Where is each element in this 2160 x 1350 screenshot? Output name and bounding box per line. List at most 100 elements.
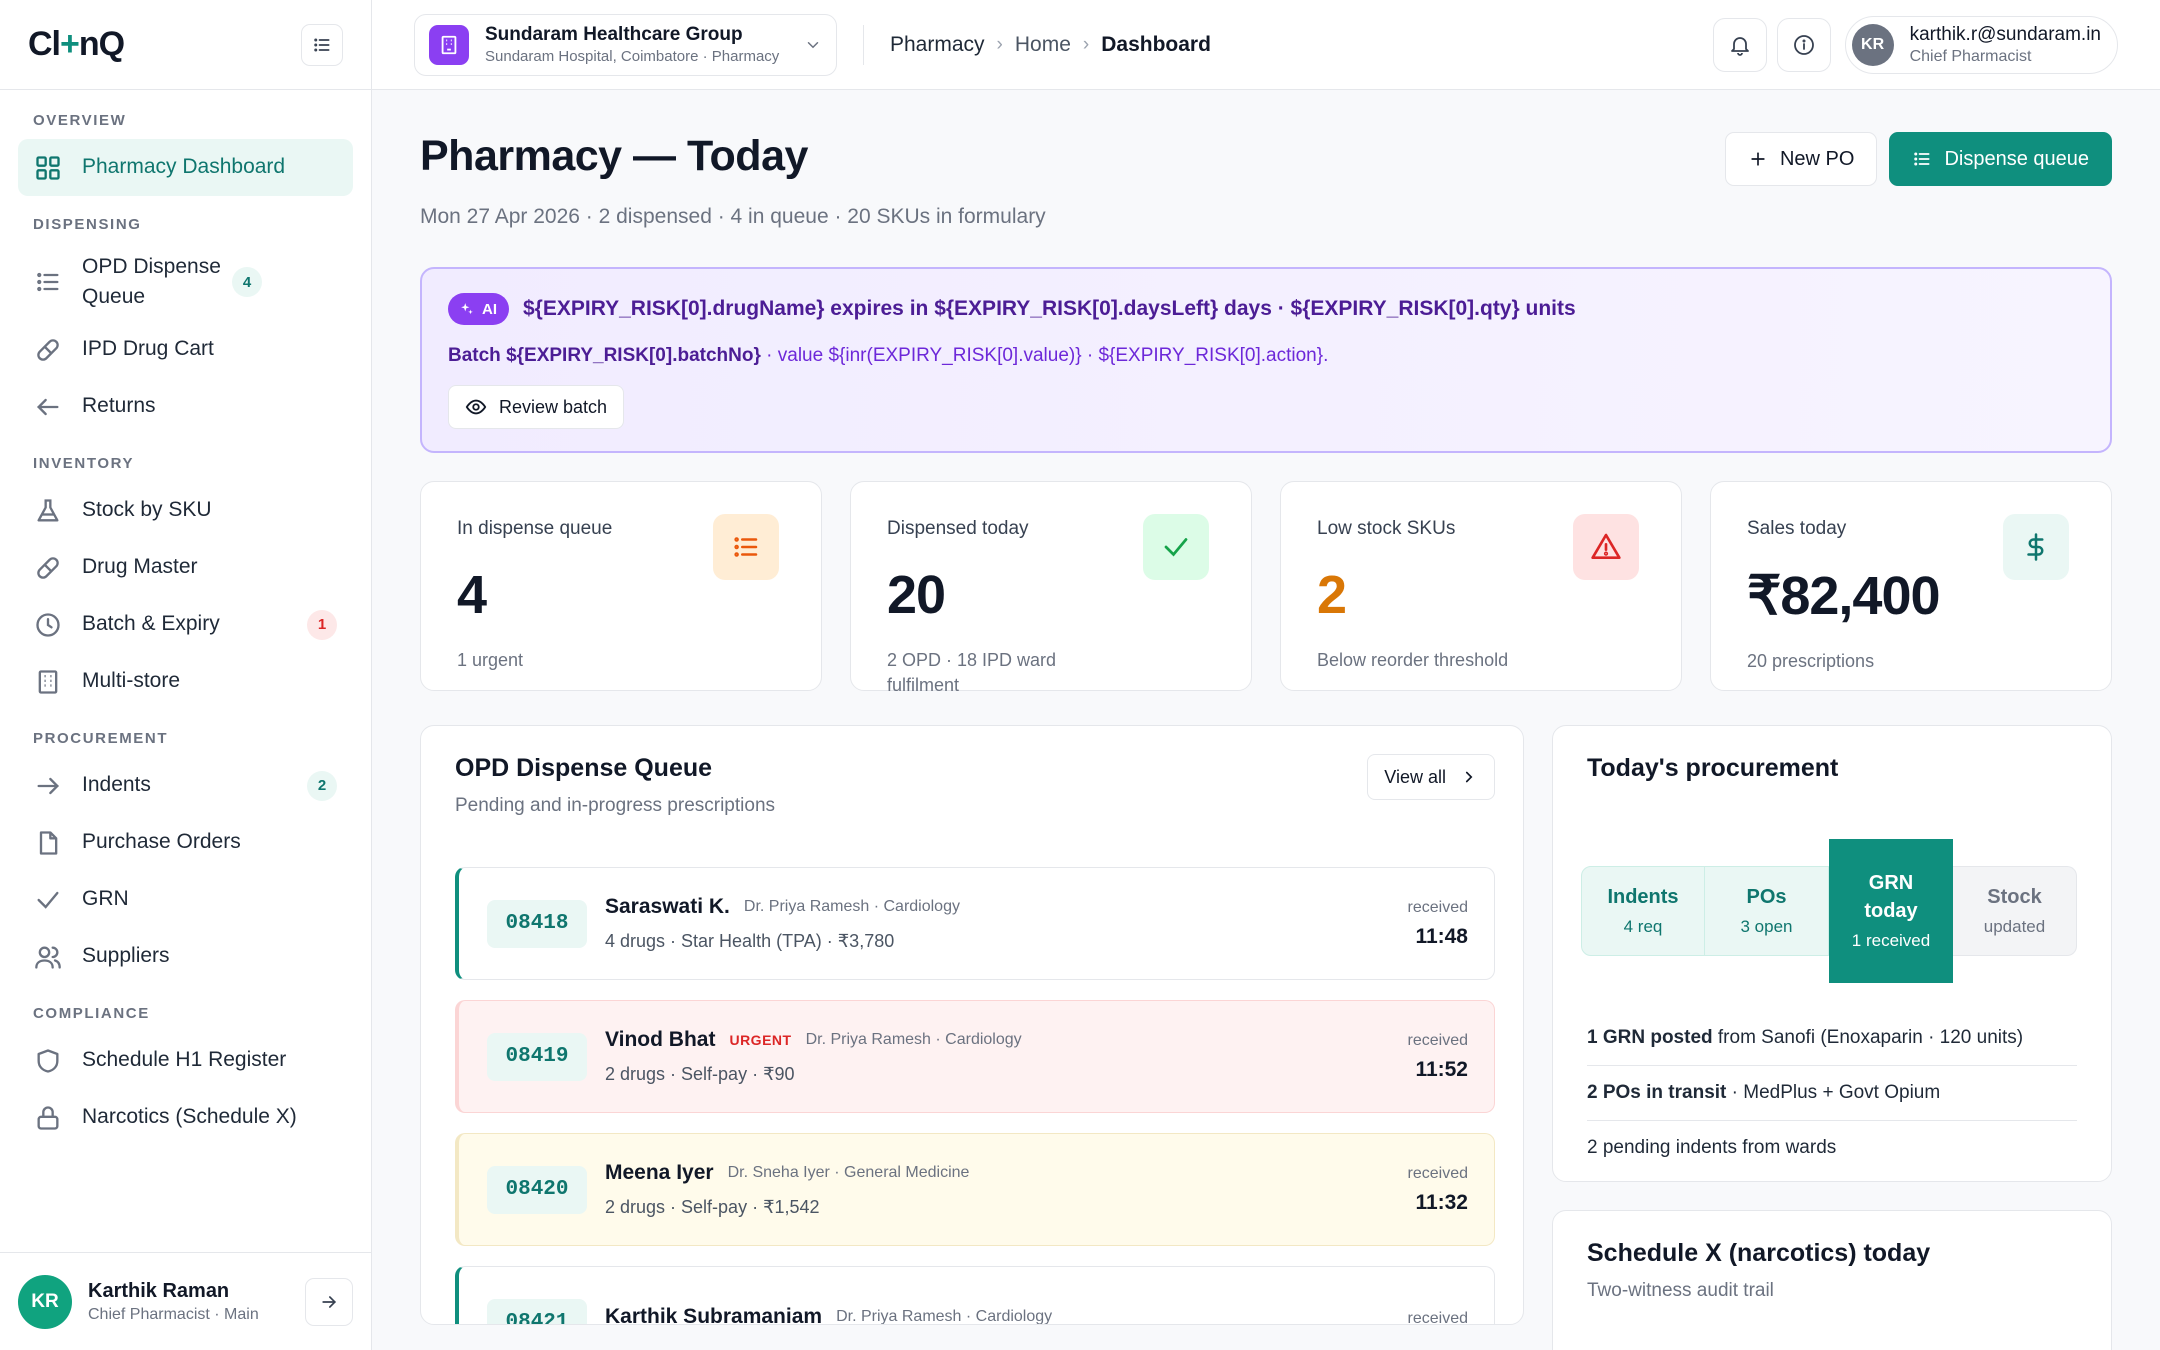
bell-icon: [1730, 36, 1749, 56]
patient-name: Meena Iyer: [605, 1161, 714, 1184]
brand-bar: Cl+nQ: [0, 0, 371, 90]
step-name: GRN today: [1864, 872, 1918, 923]
sidebar-item-opd-dispense-queue[interactable]: OPD Dispense Queue 4: [18, 243, 353, 321]
sidebar-nav: Overview Pharmacy Dashboard Dispensing O…: [0, 90, 371, 1146]
avatar: KR: [1851, 23, 1894, 66]
received-label: received: [1407, 898, 1468, 916]
list-icon: [314, 37, 330, 52]
sidebar-item-label: Returns: [82, 394, 156, 418]
token-number: 08418: [487, 899, 587, 948]
row-main: Karthik Subramaniam Dr. Priya Ramesh · Ca…: [605, 1305, 1408, 1325]
sidebar-item-label: Schedule H1 Register: [82, 1048, 287, 1072]
queue-row[interactable]: 08418 Saraswati K. Dr. Priya Ramesh · Car…: [455, 867, 1495, 980]
sidebar: Cl+nQ Overview Pharmacy Dashboard Dispen…: [0, 0, 372, 1350]
sidebar-item-ipd-drug-cart[interactable]: IPD Drug Cart: [18, 321, 353, 378]
sidebar-item-batch-expiry[interactable]: Batch & Expiry 1: [18, 596, 353, 653]
review-batch-label: Review batch: [499, 396, 608, 417]
queue-row[interactable]: 08421 Karthik Subramaniam Dr. Priya Rames…: [455, 1266, 1495, 1325]
opd-dispense-queue-panel: OPD Dispense Queue Pending and in-progre…: [420, 725, 1524, 1325]
page-subtitle: Mon 27 Apr 2026 · 2 dispensed · 4 in que…: [420, 205, 1046, 228]
notifications-button[interactable]: [1712, 17, 1767, 72]
ai-batch: Batch ${EXPIRY_RISK[0].batchNo}: [448, 345, 761, 366]
pill-icon: [37, 556, 59, 579]
flow-step-grn[interactable]: GRN today 1 received: [1829, 839, 1953, 983]
sidebar-item-suppliers[interactable]: Suppliers: [18, 928, 353, 985]
sidebar-item-returns[interactable]: Returns: [18, 378, 353, 435]
queue-row[interactable]: 08419 Vinod Bhat URGENT Dr. Priya Ramesh ·…: [455, 1000, 1495, 1113]
count-badge: 2: [307, 770, 337, 801]
row-details: 2 drugs · Self-pay · ₹90: [605, 1064, 795, 1084]
top-bar: Sundaram Healthcare Group Sundaram Hospi…: [372, 0, 2160, 90]
doctor: Dr. Priya Ramesh · Cardiology: [805, 1031, 1022, 1048]
sidebar-item-purchase-orders[interactable]: Purchase Orders: [18, 814, 353, 871]
sidebar-item-indents[interactable]: Indents 2: [18, 757, 353, 814]
logout-button[interactable]: [305, 1277, 353, 1326]
received-time: received 11:48: [1408, 899, 1468, 949]
stat-note: Below reorder threshold: [1317, 650, 1509, 670]
clock-icon: [36, 612, 60, 637]
token-number: 08420: [487, 1165, 587, 1214]
summary-text: from Sanofi (Enoxaparin · 120 units): [1712, 1027, 2024, 1048]
section-dispensing: Dispensing: [33, 216, 142, 233]
user-menu[interactable]: KR karthik.r@sundaram.in Chief Pharmacis…: [1844, 15, 2118, 74]
panel-subtitle: Two-witness audit trail: [1587, 1280, 1774, 1301]
summary-strong: 2 POs in transit: [1587, 1082, 1727, 1103]
procurement-panel: Today's procurement Indents 4 req POs 3 …: [1552, 725, 2112, 1182]
received-time: received 11:32: [1408, 1165, 1468, 1215]
sidebar-item-label: IPD Drug Cart: [82, 337, 214, 361]
sidebar-item-drug-master[interactable]: Drug Master: [18, 539, 353, 596]
user-role: Chief Pharmacist: [1909, 47, 2032, 65]
sidebar-item-label: Indents: [82, 773, 151, 797]
plus-icon: [1751, 152, 1765, 166]
row-main: Saraswati K. Dr. Priya Ramesh · Cardiolog…: [605, 895, 1408, 952]
flask-icon: [37, 498, 59, 521]
sidebar-toggle-button[interactable]: [301, 23, 343, 66]
summary-line: 2 pending indents from wards: [1587, 1137, 1837, 1158]
received-value: 11:32: [1415, 1190, 1468, 1214]
grid-icon: [36, 155, 60, 180]
doctor: Dr. Priya Ramesh · Cardiology: [743, 898, 960, 915]
flow-step-indents[interactable]: Indents 4 req: [1581, 866, 1705, 956]
info-button[interactable]: [1776, 17, 1831, 72]
org-location: Sundaram Hospital, Coimbatore · Pharmacy: [485, 48, 780, 65]
sidebar-item-label: Purchase Orders: [82, 830, 241, 854]
app-logo[interactable]: Cl+nQ: [28, 25, 125, 64]
breadcrumb-pharmacy[interactable]: Pharmacy: [890, 33, 985, 57]
sidebar-item-pharmacy-dashboard[interactable]: Pharmacy Dashboard: [18, 139, 353, 196]
sidebar-item-label: OPD Dispense Queue: [82, 254, 221, 308]
org-switcher[interactable]: Sundaram Healthcare Group Sundaram Hospi…: [414, 13, 837, 76]
arrow-left-icon: [37, 398, 59, 415]
stat-card-sales[interactable]: Sales today ₹82,400 20 prescriptions: [1710, 481, 2112, 691]
section-procurement: Procurement: [33, 730, 169, 747]
patient-name: Saraswati K.: [605, 895, 730, 918]
page-actions: New PO Dispense queue: [1724, 132, 2112, 229]
panel-header: OPD Dispense Queue Pending and in-progre…: [455, 754, 1495, 817]
flow-step-stock[interactable]: Stock updated: [1953, 866, 2077, 956]
new-po-button[interactable]: New PO: [1724, 132, 1878, 186]
ai-detail: Batch ${EXPIRY_RISK[0].batchNo} · value …: [448, 345, 2084, 367]
ai-headline-row: AI ${EXPIRY_RISK[0].drugName} expires in…: [448, 293, 2084, 325]
view-all-button[interactable]: View all: [1367, 754, 1495, 800]
flow-step-pos[interactable]: POs 3 open: [1705, 866, 1829, 956]
stat-card-queue[interactable]: In dispense queue 4 1 urgent: [420, 481, 822, 691]
queue-row[interactable]: 08420 Meena Iyer Dr. Sneha Iyer · General…: [455, 1133, 1495, 1246]
sidebar-item-grn[interactable]: GRN: [18, 871, 353, 928]
breadcrumb-home[interactable]: Home: [1015, 33, 1071, 57]
sidebar-item-label: Pharmacy Dashboard: [82, 155, 286, 179]
sidebar-item-multi-store[interactable]: Multi-store: [18, 653, 353, 710]
review-batch-button[interactable]: Review batch: [448, 385, 625, 429]
stat-card-low-stock[interactable]: Low stock SKUs 2 Below reorder threshold: [1280, 481, 1682, 691]
document-icon: [39, 830, 58, 855]
list-icon: [37, 272, 59, 292]
sidebar-item-narcotics[interactable]: Narcotics (Schedule X): [18, 1089, 353, 1146]
hospital-icon: [429, 24, 469, 65]
sidebar-item-stock-by-sku[interactable]: Stock by SKU: [18, 482, 353, 539]
sidebar-item-schedule-h1-register[interactable]: Schedule H1 Register: [18, 1032, 353, 1089]
step-name: Indents: [1607, 885, 1679, 908]
user-role: Chief Pharmacist · Main: [88, 1305, 259, 1323]
stat-card-dispensed[interactable]: Dispensed today 20 2 OPD · 18 IPD ward f…: [850, 481, 1252, 695]
received-label: received: [1407, 1031, 1468, 1049]
count-badge: 1: [307, 609, 337, 640]
panel-title: Today's procurement: [1587, 754, 1839, 782]
dispense-queue-button[interactable]: Dispense queue: [1889, 132, 2112, 186]
